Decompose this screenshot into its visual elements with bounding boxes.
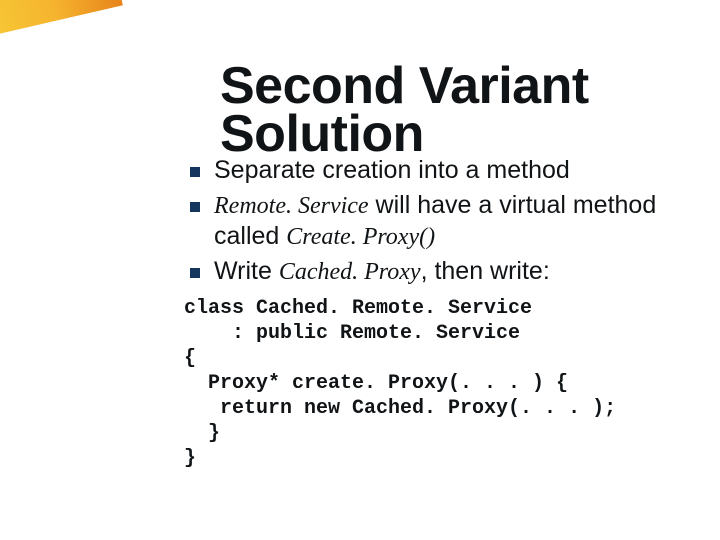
bullet-text: Separate creation into a method bbox=[214, 155, 570, 186]
slide-body: Second Variant Solution Separate creatio… bbox=[0, 0, 720, 540]
slide-title: Second Variant Solution bbox=[220, 62, 720, 159]
bullet-list: Separate creation into a method Remote. … bbox=[190, 155, 720, 471]
bullet-item: Write Cached. Proxy, then write: bbox=[190, 256, 720, 287]
bullet-segment-italic: Remote. Service bbox=[214, 193, 369, 219]
bullet-text: Remote. Service will have a virtual meth… bbox=[214, 190, 720, 253]
bullet-segment: , then write: bbox=[421, 257, 550, 285]
bullet-segment: Write bbox=[214, 257, 279, 285]
bullet-text: Write Cached. Proxy, then write: bbox=[214, 256, 550, 287]
bullet-square-icon bbox=[190, 268, 200, 278]
bullet-segment-italic: Create. Proxy() bbox=[286, 224, 435, 250]
bullet-segment-italic: Cached. Proxy bbox=[279, 259, 421, 285]
code-block: class Cached. Remote. Service : public R… bbox=[184, 296, 720, 471]
bullet-square-icon bbox=[190, 202, 200, 212]
bullet-square-icon bbox=[190, 167, 200, 177]
bullet-segment: Separate creation into a method bbox=[214, 156, 570, 184]
bullet-item: Separate creation into a method bbox=[190, 155, 720, 186]
bullet-item: Remote. Service will have a virtual meth… bbox=[190, 190, 720, 253]
